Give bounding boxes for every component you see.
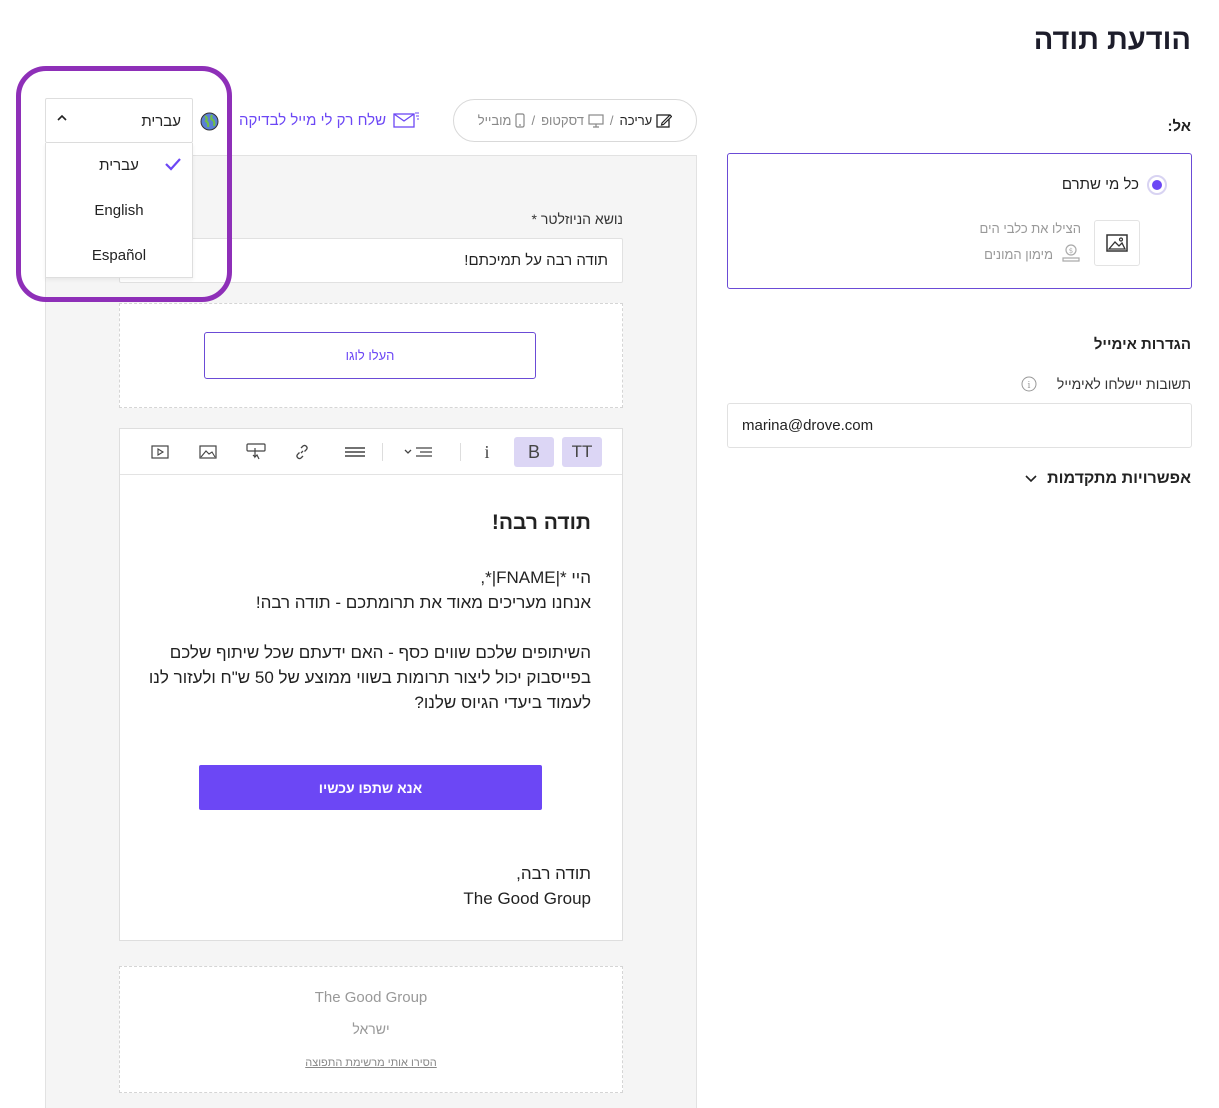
mail-icon — [393, 112, 420, 128]
share-now-button[interactable]: אנא שתפו עכשיו — [199, 765, 542, 810]
svg-text:i: i — [1028, 381, 1031, 391]
campaign-type: מימון המונים — [984, 247, 1053, 262]
image-icon — [1106, 234, 1128, 252]
rich-text-editor[interactable]: i B TT תודה רבה! היי *|FNAME|*, אנחנו מע… — [119, 428, 623, 941]
toolbar-divider — [382, 443, 383, 461]
body-line: בפייסבוק יכול ליצור תרומות בשווי ממוצע ש… — [148, 668, 591, 687]
footer-country: ישראל — [352, 1021, 390, 1037]
reply-to-label: תשובות יישלחו לאימייל — [1056, 376, 1191, 392]
italic-button[interactable]: i — [478, 437, 496, 467]
campaign-name: הצילו את כלבי הים — [979, 221, 1081, 236]
advanced-options-toggle[interactable]: אפשרויות מתקדמות — [1025, 470, 1191, 488]
subject-label: נושא הניוזלטר * — [531, 211, 623, 227]
language-option-spanish[interactable]: Español — [46, 233, 192, 278]
chevron-up-icon — [57, 114, 67, 121]
email-heading: תודה רבה! — [491, 511, 591, 534]
desktop-icon — [588, 113, 604, 128]
signoff-line: תודה רבה, — [516, 864, 591, 883]
video-icon[interactable] — [148, 437, 172, 467]
email-footer: The Good Group ישראל הסירו אותי מרשימת ה… — [119, 966, 623, 1093]
bold-button[interactable]: B — [514, 437, 554, 467]
svg-text:$: $ — [1069, 247, 1073, 255]
email-settings-title: הגדרות אימייל — [1093, 336, 1191, 353]
campaign-image-placeholder — [1094, 220, 1140, 266]
text-size-button[interactable]: TT — [562, 437, 602, 467]
body-line: לעמוד ביעדי הגיוס שלנו? — [414, 693, 591, 712]
footer-org-name: The Good Group — [314, 989, 428, 1006]
mobile-icon — [515, 113, 526, 128]
audience-radio[interactable] — [1147, 175, 1167, 195]
view-desktop[interactable]: דסקטופ — [541, 113, 604, 128]
body-line: השיתופים שלכם שווים כסף - האם ידעתם שכל … — [169, 643, 591, 662]
editor-toolbar: i B TT — [120, 429, 622, 475]
audience-option-label: כל מי שתרם — [1061, 176, 1139, 193]
language-menu: עברית English Español — [45, 143, 193, 278]
view-edit[interactable]: עריכה — [620, 113, 673, 129]
upload-logo-button[interactable]: העלו לוגו — [204, 332, 536, 379]
signoff-org: The Good Group — [463, 889, 591, 908]
language-selected-value: עברית — [141, 113, 181, 130]
check-icon — [165, 158, 181, 171]
divider-icon[interactable] — [342, 437, 368, 467]
edit-icon — [656, 113, 673, 128]
body-line: אנחנו מעריכים מאוד את תרומתכם - תודה רבה… — [255, 593, 591, 612]
reply-to-email-input[interactable] — [727, 403, 1192, 448]
view-mode-toggle: עריכה / דסקטופ / מובייל — [453, 99, 697, 142]
send-test-email-link[interactable]: שלח רק לי מייל לבדיקה — [239, 111, 420, 129]
chevron-down-icon — [1025, 475, 1037, 483]
align-right-icon — [404, 447, 432, 457]
image-icon[interactable] — [196, 437, 220, 467]
advanced-options-label: אפשרויות מתקדמות — [1047, 470, 1191, 487]
button-insert-icon[interactable] — [244, 437, 268, 467]
view-mobile[interactable]: מובייל — [478, 113, 526, 128]
language-select[interactable]: עברית — [45, 98, 193, 143]
link-icon[interactable] — [290, 437, 314, 467]
toolbar-divider — [460, 443, 461, 461]
greeting-line: היי *|FNAME|*, — [480, 568, 591, 587]
audience-option-card[interactable]: כל מי שתרם הצילו את כלבי הים מימון המוני… — [727, 153, 1192, 289]
unsubscribe-link[interactable]: הסירו אותי מרשימת התפוצה — [120, 1057, 622, 1069]
subject-input[interactable] — [119, 238, 623, 283]
globe-icon — [200, 112, 219, 136]
page-title: הודעת תודה — [1033, 24, 1191, 56]
crowdfunding-icon: $ — [1061, 243, 1081, 268]
recipients-label: אל: — [1167, 118, 1191, 135]
language-option-english[interactable]: English — [46, 188, 192, 233]
align-dropdown[interactable] — [400, 437, 436, 467]
info-icon[interactable]: i — [1021, 376, 1037, 397]
